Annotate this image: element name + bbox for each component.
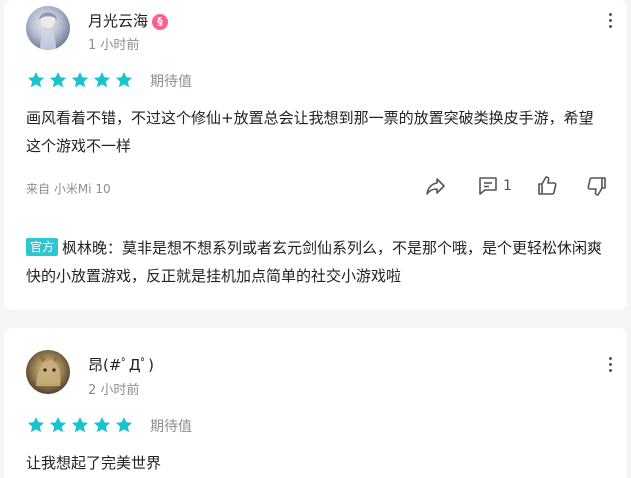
username[interactable]: 月光云海 § — [88, 10, 169, 31]
more-options-icon[interactable] — [607, 354, 613, 375]
review-content[interactable]: 让我想起了完美世界 — [26, 449, 606, 477]
avatar[interactable] — [26, 350, 70, 394]
username[interactable]: 昂(#ﾟДﾟ) — [88, 354, 154, 375]
star-icon — [93, 417, 111, 433]
star-icon — [71, 72, 89, 88]
star-icon — [71, 417, 89, 433]
star-icon — [49, 72, 67, 88]
review-card: 月光云海 § 1 小时前 期待值 画风看着不错，不过这个修仙+放置总会让我想到那一… — [4, 0, 627, 310]
star-icon — [93, 72, 111, 88]
user-badge-icon: § — [152, 14, 169, 30]
comment-button[interactable]: 1 — [476, 174, 512, 198]
star-icon — [115, 72, 133, 88]
star-icon — [27, 417, 45, 433]
review-card: 昂(#ﾟДﾟ) 2 小时前 期待值 让我想起了完美世界 — [4, 328, 627, 478]
timestamp: 2 小时前 — [88, 383, 140, 398]
avatar-image — [39, 12, 57, 50]
comment-count: 1 — [503, 178, 512, 194]
avatar-image — [36, 353, 61, 386]
like-button[interactable] — [535, 174, 559, 198]
more-options-icon[interactable] — [607, 10, 613, 31]
star-icon — [27, 72, 45, 88]
reply-text: 枫林晚：莫非是想不想系列或者玄元剑仙系列么，不是那个哦，是个更轻松休闲爽快的小放… — [26, 239, 603, 285]
thumbs-down-icon — [587, 177, 606, 196]
star-icon — [49, 417, 67, 433]
share-button[interactable] — [424, 174, 448, 198]
comment-icon — [479, 177, 497, 195]
device-info: 来自 小米Mi 10 — [26, 182, 111, 196]
official-badge: 官方 — [26, 238, 59, 256]
star-icon — [115, 417, 133, 433]
review-content[interactable]: 画风看着不错，不过这个修仙+放置总会让我想到那一票的放置突破类换皮手游，希望这个… — [26, 104, 606, 160]
dislike-button[interactable] — [585, 174, 609, 198]
star-rating — [26, 70, 136, 90]
share-icon — [426, 178, 445, 195]
rating-label: 期待值 — [150, 74, 192, 90]
thumbs-up-icon — [538, 176, 557, 195]
username-text[interactable]: 月光云海 — [88, 12, 148, 30]
rating-label: 期待值 — [150, 419, 192, 435]
official-reply[interactable]: 官方 枫林晚：莫非是想不想系列或者玄元剑仙系列么，不是那个哦，是个更轻松休闲爽快的… — [26, 234, 611, 290]
avatar[interactable] — [26, 6, 70, 50]
star-rating — [26, 415, 136, 435]
timestamp: 1 小时前 — [88, 38, 140, 53]
